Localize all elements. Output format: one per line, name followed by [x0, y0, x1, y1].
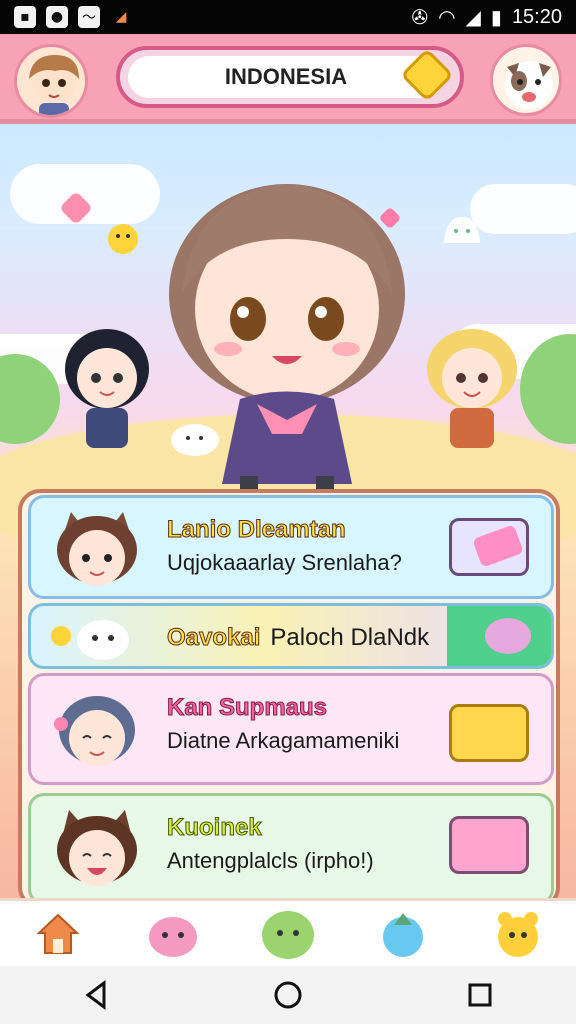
blonde-character — [427, 329, 517, 448]
blue-drop-button[interactable] — [371, 905, 435, 963]
list-item[interactable]: Kuoinek Antengplalcls (irpho!) — [28, 793, 554, 898]
search-input[interactable]: INDONESIA — [128, 56, 444, 98]
pink-pet-icon — [148, 916, 197, 957]
status-time: 15:20 — [511, 6, 562, 28]
green-pet-button[interactable] — [256, 905, 320, 963]
profile-avatar-icon — [29, 55, 79, 115]
signal-icon: ◢ — [465, 7, 481, 29]
pet-avatar-icon — [505, 61, 553, 109]
home-circle-button[interactable] — [266, 973, 310, 1017]
home-button[interactable] — [26, 905, 90, 963]
list-item[interactable]: Lanio Dleamtan Uqjokaaarlay Srenlaha? — [28, 495, 554, 599]
card-title: Kuoinek — [167, 814, 263, 842]
card-subtitle: Diatne Arkagamameniki — [167, 728, 400, 753]
card-list: Lanio Dleamtan Uqjokaaarlay Srenlaha? Oa… — [18, 489, 560, 898]
card-title: Oavokai — [166, 624, 261, 652]
white-cat-avatar — [51, 620, 129, 660]
blue-hair-avatar — [54, 696, 135, 766]
pet-avatar[interactable] — [490, 44, 562, 116]
gallery-icon: ▪ — [14, 6, 36, 28]
status-left-icons: ▪ ● 〜 ◢ — [14, 6, 132, 28]
search-bar[interactable]: INDONESIA — [116, 46, 464, 108]
blue-drop-icon — [383, 912, 424, 957]
system-navigation-bar — [0, 966, 576, 1024]
yellow-food-icon[interactable] — [449, 704, 529, 762]
yellow-bear-icon — [498, 911, 539, 957]
home-icon — [36, 913, 80, 954]
home-circle-icon — [274, 981, 302, 1009]
list-item[interactable]: Kan Supmaus Diatne Arkagamameniki — [28, 673, 554, 785]
back-icon — [85, 980, 106, 1010]
nfc-icon: ✇ — [411, 7, 429, 29]
bottom-navigation — [0, 898, 576, 966]
card-subtitle: Uqjokaaarlay Srenlaha? — [167, 550, 402, 575]
back-button[interactable] — [74, 973, 118, 1017]
recents-icon — [468, 983, 492, 1007]
status-right-icons: ✇ ◠ ◢ ▮ 15:20 — [411, 5, 562, 30]
cat-girl-avatar — [57, 512, 137, 586]
wifi-icon: ◠ — [438, 7, 456, 29]
pink-pet-button[interactable] — [141, 905, 205, 963]
recents-button[interactable] — [458, 973, 502, 1017]
profile-avatar[interactable] — [14, 44, 88, 118]
white-cat-icon — [171, 424, 219, 456]
green-pet-icon — [261, 910, 314, 959]
fox-girl-avatar — [57, 810, 137, 886]
shape-icon: ◢ — [115, 9, 127, 25]
status-bar: ▪ ● 〜 ◢ ✇ ◠ ◢ ▮ 15:20 — [0, 0, 576, 34]
black-hair-character — [65, 329, 149, 448]
green-slime-icon[interactable] — [447, 606, 551, 666]
top-header: INDONESIA — [0, 34, 576, 124]
app-screen: INDONESIA Lanio Dleamtan Uqjokaaarlay Sr… — [0, 34, 576, 898]
pink-item-icon[interactable] — [449, 518, 529, 576]
card-title: Kan Supmaus — [166, 694, 328, 722]
sun-mascot-icon — [108, 224, 138, 254]
photo-icon: 〜 — [78, 6, 100, 28]
yellow-bear-button[interactable] — [486, 905, 550, 963]
pink-box-icon[interactable] — [449, 816, 529, 874]
card-subtitle: Antengplalcls (irpho!) — [167, 848, 374, 873]
card-title-row: Oavokai Paloch DlaNdk — [166, 624, 430, 652]
camera-icon: ● — [46, 6, 68, 28]
card-subtitle: Paloch DlaNdk — [270, 624, 430, 651]
list-item[interactable]: Oavokai Paloch DlaNdk — [28, 603, 554, 669]
battery-icon: ▮ — [490, 7, 502, 29]
ghost-cat-icon — [444, 217, 480, 243]
card-title: Lanio Dleamtan — [167, 516, 347, 544]
